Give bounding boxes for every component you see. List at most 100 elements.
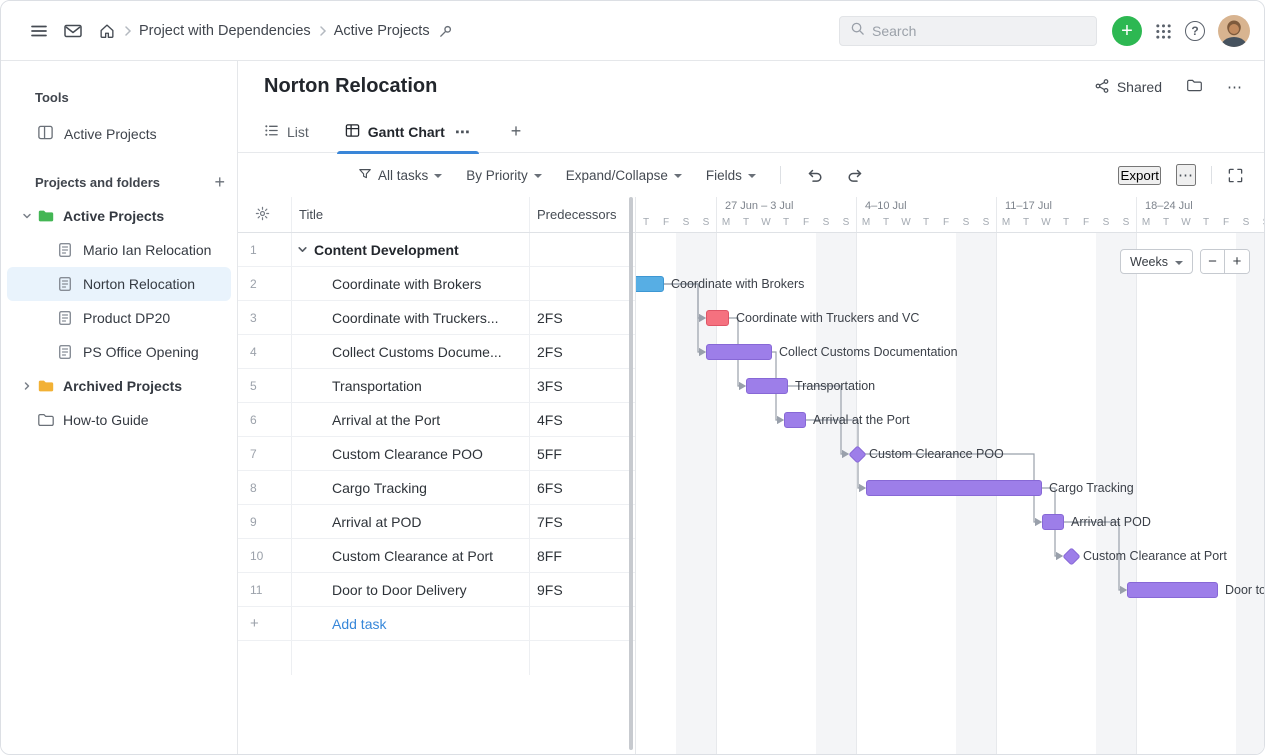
topbar-left: Project with Dependencies Active Project…	[1, 1, 453, 61]
search-input[interactable]: Search	[839, 16, 1097, 46]
tab-list[interactable]: List	[264, 111, 309, 153]
table-row-arrival-at-pod[interactable]: 9Arrival at POD7FS	[238, 505, 635, 539]
share-label: Shared	[1117, 79, 1162, 95]
day-letter: T	[1056, 215, 1076, 233]
timescale-value: Weeks	[1130, 255, 1168, 269]
toolbar-right: Export ⋯	[1118, 164, 1244, 186]
toolbar-more-button[interactable]: ⋯	[1176, 164, 1196, 186]
chevron-right-icon[interactable]	[17, 381, 37, 391]
add-task-row[interactable]: + Add task	[238, 607, 635, 641]
table-row-coordinate-with-truckers[interactable]: 3Coordinate with Truckers...2FS	[238, 301, 635, 335]
gantt-chart: 27 Jun – 3 Jul4–10 Jul11–17 Jul18–24 Jul…	[635, 197, 1264, 754]
chevron-down-icon	[434, 174, 442, 178]
table-row-door-to-door-delivery[interactable]: 11Door to Door Delivery9FS	[238, 573, 635, 607]
table-row-custom-clearance-at-port[interactable]: 10Custom Clearance at Port8FF	[238, 539, 635, 573]
day-letter: S	[816, 215, 836, 233]
folder-action-button[interactable]	[1186, 77, 1203, 97]
table-row-coordinate-with-brokers[interactable]: 2Coordinate with Brokers	[238, 267, 635, 301]
gantt-bar-cargo-tracking[interactable]	[866, 480, 1042, 496]
task-title-cell: Collect Customs Docume...	[291, 335, 529, 369]
day-letter: F	[1216, 215, 1236, 233]
redo-button[interactable]	[847, 166, 865, 184]
sidebar-item-mario-ian-relocation[interactable]: Mario Ian Relocation	[7, 233, 231, 267]
predecessor-cell: 9FS	[537, 573, 563, 607]
pin-icon[interactable]	[438, 24, 453, 39]
day-letter: M	[716, 215, 736, 233]
table-rows: 1Content Development2Coordinate with Bro…	[238, 233, 635, 607]
table-row-custom-clearance-poo[interactable]: 7Custom Clearance POO5FF	[238, 437, 635, 471]
breadcrumb-project[interactable]: Project with Dependencies	[139, 23, 311, 39]
tab-options-icon[interactable]: ⋯	[455, 123, 471, 141]
table-row-transportation[interactable]: 5Transportation3FS	[238, 369, 635, 403]
gantt-bar-arrival-at-pod[interactable]	[1042, 514, 1064, 530]
sidebar-item-ps-office-opening[interactable]: PS Office Opening	[7, 335, 231, 369]
timescale-select[interactable]: Weeks	[1120, 249, 1193, 274]
gantt-bar-collect-customs-documentation[interactable]	[706, 344, 772, 360]
folder-plain-icon	[37, 411, 61, 429]
share-button[interactable]: Shared	[1094, 78, 1162, 97]
gantt-bar-coordinate-with-truckers-and-vc[interactable]	[706, 310, 729, 326]
day-letter: S	[1256, 215, 1264, 233]
sidebar-item-active-projects[interactable]: Active Projects	[7, 199, 231, 233]
predecessor-cell: 7FS	[537, 505, 563, 539]
day-letter: T	[1156, 215, 1176, 233]
export-button[interactable]: Export	[1118, 166, 1161, 185]
sidebar-item-product-dp20[interactable]: Product DP20	[7, 301, 231, 335]
day-letter: F	[656, 215, 676, 233]
user-avatar[interactable]	[1218, 15, 1250, 47]
sidebar-item-how-to-guide[interactable]: How-to Guide	[7, 403, 231, 437]
chevron-down-icon[interactable]	[297, 242, 308, 258]
gantt-bar-arrival-at-the-port[interactable]	[784, 412, 806, 428]
bar-label: Transportation	[795, 378, 875, 394]
home-icon[interactable]	[98, 22, 116, 40]
column-header-title[interactable]: Title	[299, 197, 323, 233]
add-view-button[interactable]: +	[511, 121, 522, 142]
add-project-button[interactable]: +	[214, 173, 225, 191]
day-letter: S	[1096, 215, 1116, 233]
task-title-cell: Cargo Tracking	[291, 471, 529, 505]
gantt-bar-door-to-door-delivery[interactable]	[1127, 582, 1218, 598]
inbox-mail-icon[interactable]	[63, 21, 83, 41]
folder-green-icon	[37, 207, 61, 225]
table-row-arrival-at-the-port[interactable]: 6Arrival at the Port4FS	[238, 403, 635, 437]
chevron-down-icon[interactable]	[17, 211, 37, 221]
expand-collapse-dropdown[interactable]: Expand/Collapse	[566, 168, 682, 183]
create-new-button[interactable]: +	[1112, 16, 1142, 46]
sidebar-item-norton-relocation[interactable]: Norton Relocation	[7, 267, 231, 301]
chevron-down-icon	[674, 174, 682, 178]
group-by-dropdown[interactable]: By Priority	[466, 168, 542, 183]
gear-icon[interactable]	[255, 206, 270, 224]
breadcrumb-active-projects[interactable]: Active Projects	[334, 23, 430, 39]
week-labels-row: 27 Jun – 3 Jul4–10 Jul11–17 Jul18–24 Jul	[636, 197, 1264, 215]
sidebar-item-active-projects-tool[interactable]: Active Projects	[1, 117, 237, 151]
gantt-bar-transportation[interactable]	[746, 378, 788, 394]
gantt-bar-coordinate-with-brokers[interactable]	[636, 276, 664, 292]
apps-grid-icon[interactable]	[1155, 23, 1172, 40]
filter-dropdown[interactable]: All tasks	[358, 167, 442, 184]
task-title-cell: Coordinate with Truckers...	[291, 301, 529, 335]
day-letter: S	[976, 215, 996, 233]
hamburger-menu-icon[interactable]	[29, 21, 49, 41]
zoom-in-button[interactable]: +	[1225, 250, 1249, 273]
pane-splitter[interactable]	[629, 197, 633, 750]
zoom-out-button[interactable]: −	[1201, 250, 1225, 273]
table-row-content-development[interactable]: 1Content Development	[238, 233, 635, 267]
task-title-cell: Custom Clearance at Port	[291, 539, 529, 573]
more-options-button[interactable]: ⋯	[1227, 78, 1243, 96]
help-icon[interactable]: ?	[1185, 21, 1205, 41]
fullscreen-button[interactable]	[1227, 167, 1244, 184]
sidebar-item-archived-projects[interactable]: Archived Projects	[7, 369, 231, 403]
undo-button[interactable]	[805, 166, 823, 184]
table-row-collect-customs-docume[interactable]: 4Collect Customs Docume...2FS	[238, 335, 635, 369]
bar-label: Arrival at the Port	[813, 412, 910, 428]
main-panel: Norton Relocation Shared ⋯	[238, 61, 1264, 754]
table-row-cargo-tracking[interactable]: 8Cargo Tracking6FS	[238, 471, 635, 505]
task-title-cell: Custom Clearance POO	[291, 437, 529, 471]
app-root: Project with Dependencies Active Project…	[0, 0, 1265, 755]
tab-gantt-chart[interactable]: Gantt Chart ⋯	[345, 111, 471, 153]
task-title: Arrival at POD	[332, 514, 421, 530]
fields-dropdown[interactable]: Fields	[706, 168, 756, 183]
export-label: Export	[1120, 168, 1159, 183]
day-letter: T	[776, 215, 796, 233]
column-header-predecessors[interactable]: Predecessors	[537, 197, 616, 233]
